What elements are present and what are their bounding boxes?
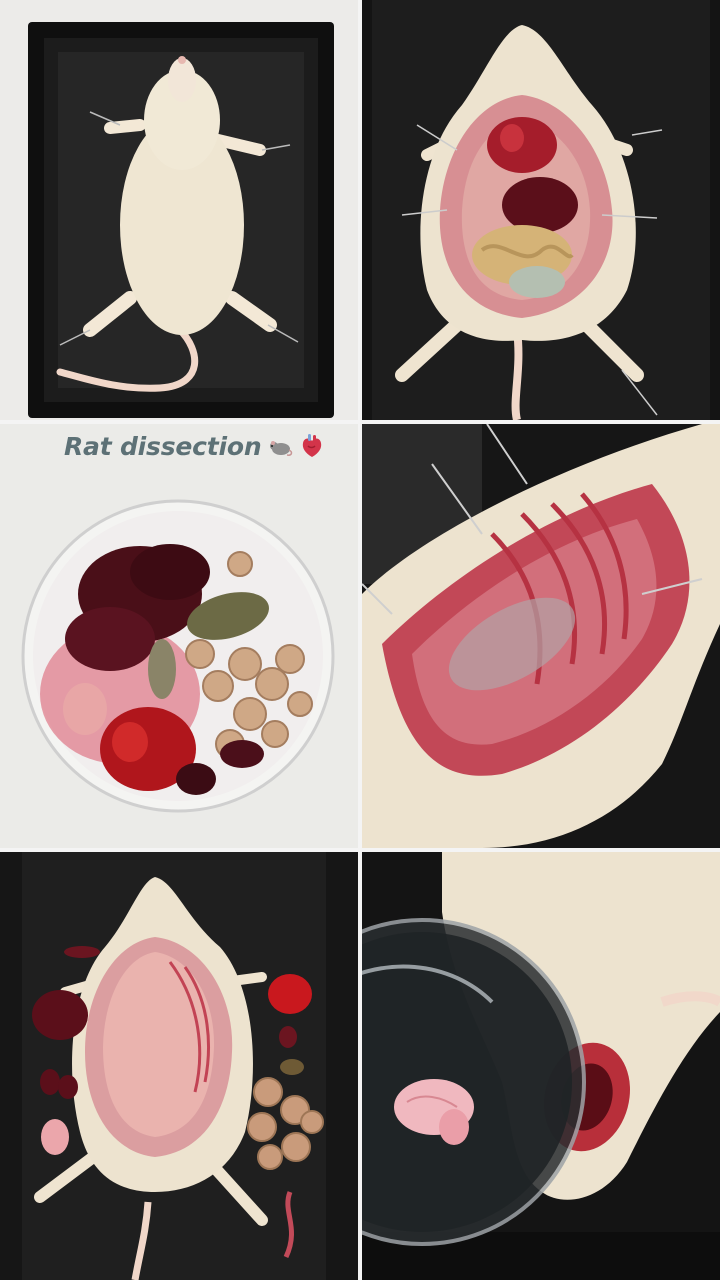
caption-text: Rat dissection	[64, 431, 262, 461]
photo-organs-in-dish	[0, 424, 358, 848]
anatomical-heart-emoji-icon	[299, 433, 325, 459]
photo-thoracic-closeup	[362, 424, 720, 848]
photo-intact-rat	[0, 0, 358, 420]
story-collage: Rat dissection	[0, 0, 720, 1280]
rat-emoji-icon	[267, 433, 293, 459]
story-caption: Rat dissection	[64, 428, 325, 464]
photo-organs-beside-body	[0, 852, 358, 1280]
photo-opened-abdomen	[362, 0, 720, 420]
photo-brain-in-dish	[362, 852, 720, 1280]
